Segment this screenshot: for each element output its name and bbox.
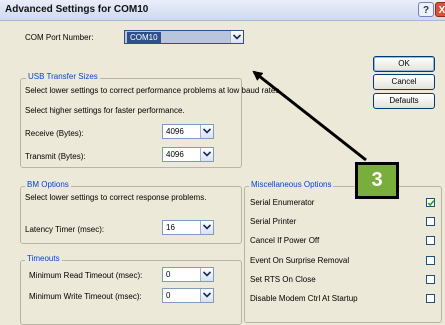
receive-value: 4096 — [166, 127, 184, 136]
write-timeout-value: 0 — [166, 291, 171, 300]
receive-select[interactable]: 4096 — [162, 124, 214, 139]
serial-enumerator-checkbox[interactable] — [426, 198, 435, 207]
read-timeout-label: Minimum Read Timeout (msec): — [29, 271, 143, 280]
disable-modem-ctrl-checkbox[interactable] — [426, 294, 435, 303]
bm-options-legend: BM Options — [25, 180, 71, 189]
transmit-value: 4096 — [166, 150, 184, 159]
serial-enumerator-label: Serial Enumerator — [250, 198, 315, 207]
surprise-removal-checkbox[interactable] — [426, 256, 435, 265]
disable-modem-ctrl-label: Disable Modem Ctrl At Startup — [250, 294, 358, 303]
com-port-value: COM10 — [127, 32, 161, 43]
write-timeout-label: Minimum Write Timeout (msec): — [29, 292, 142, 301]
annotation-number-badge: 3 — [355, 162, 399, 199]
rts-on-close-checkbox[interactable] — [426, 275, 435, 284]
read-timeout-value: 0 — [166, 270, 171, 279]
transmit-select[interactable]: 4096 — [162, 147, 214, 162]
chevron-down-icon[interactable] — [200, 289, 213, 302]
close-button[interactable]: X — [435, 2, 445, 17]
usb-note-higher: Select higher settings for faster perfor… — [25, 106, 185, 115]
latency-select[interactable]: 16 — [162, 220, 214, 235]
cancel-power-off-checkbox[interactable] — [426, 236, 435, 245]
help-button[interactable]: ? — [418, 2, 434, 17]
chevron-down-icon[interactable] — [230, 31, 243, 43]
misc-options-legend: Miscellaneous Options — [249, 180, 334, 189]
window-title: Advanced Settings for COM10 — [5, 4, 149, 15]
com-port-select[interactable]: COM10 — [124, 30, 244, 44]
write-timeout-select[interactable]: 0 — [162, 288, 214, 303]
latency-value: 16 — [166, 223, 175, 232]
serial-printer-label: Serial Printer — [250, 217, 297, 226]
chevron-down-icon[interactable] — [200, 221, 213, 234]
cancel-button[interactable]: Cancel — [373, 74, 435, 90]
chevron-down-icon[interactable] — [200, 148, 213, 161]
usb-transfer-legend: USB Transfer Sizes — [26, 72, 100, 81]
latency-label: Latency Timer (msec): — [25, 225, 105, 234]
bm-note: Select lower settings to correct respons… — [25, 193, 207, 202]
usb-note-lower: Select lower settings to correct perform… — [25, 86, 282, 95]
read-timeout-select[interactable]: 0 — [162, 267, 214, 282]
cancel-power-off-label: Cancel If Power Off — [250, 236, 320, 245]
rts-on-close-label: Set RTS On Close — [250, 275, 316, 284]
checkmark-icon — [427, 200, 435, 207]
com-port-label: COM Port Number: — [25, 33, 94, 42]
defaults-button[interactable]: Defaults — [373, 93, 435, 109]
timeouts-legend: Timeouts — [25, 254, 62, 263]
serial-printer-checkbox[interactable] — [426, 217, 435, 226]
title-bar: Advanced Settings for COM10 ? X — [0, 0, 445, 21]
transmit-label: Transmit (Bytes): — [25, 152, 86, 161]
receive-label: Receive (Bytes): — [25, 129, 84, 138]
ok-button[interactable]: OK — [373, 56, 435, 72]
chevron-down-icon[interactable] — [200, 125, 213, 138]
chevron-down-icon[interactable] — [200, 268, 213, 281]
surprise-removal-label: Event On Surprise Removal — [250, 256, 350, 265]
